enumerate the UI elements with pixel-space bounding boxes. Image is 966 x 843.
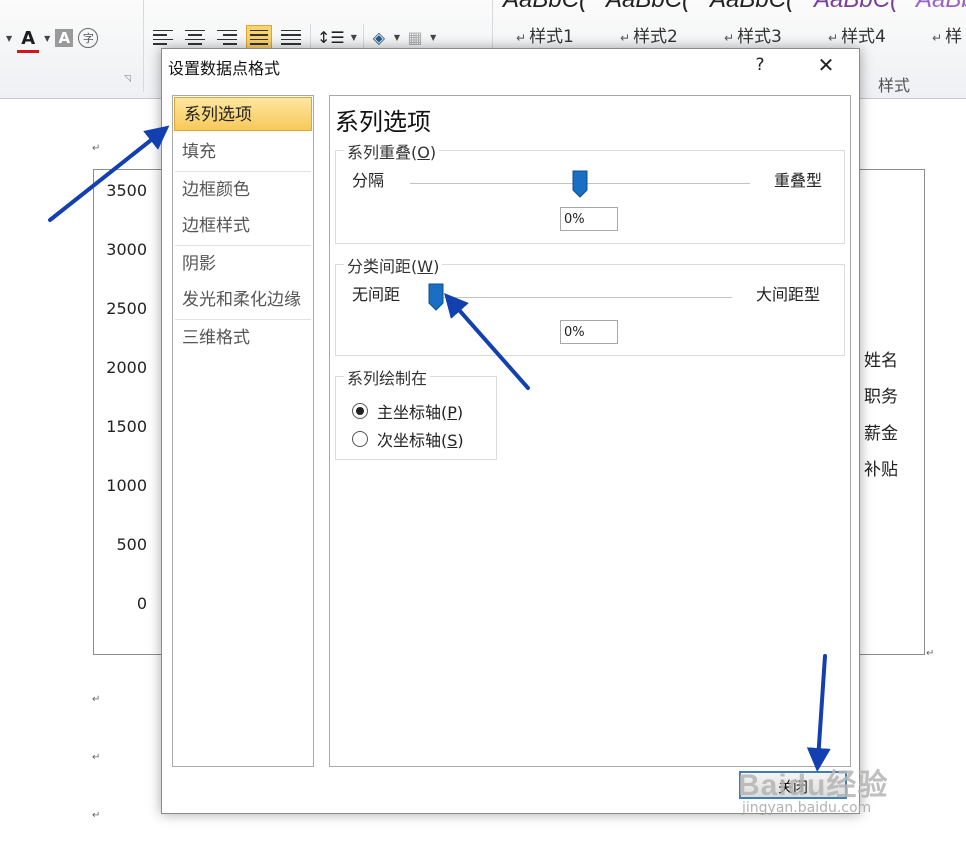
distributed-icon[interactable] [278,25,304,49]
dialog-title: 设置数据点格式 [168,59,281,78]
font-color-button[interactable]: A [17,26,40,53]
paragraph-mark: ↵ [926,648,935,659]
help-button[interactable]: ? [750,55,770,75]
font-tools-group: ▼ A ▼ A 字 [6,24,99,53]
font-color-caret[interactable]: ▼ [44,34,50,43]
shading-caret[interactable]: ▼ [394,33,400,42]
nav-item-border-color[interactable]: 边框颜色 [173,173,313,207]
justify-icon[interactable] [246,25,272,49]
nav-item-shadow[interactable]: 阴影 [173,247,313,281]
style-name-2[interactable]: ↵ 样式2 [620,22,678,47]
paragraph-mark: ↵ [92,752,101,763]
secondary-axis-radio[interactable] [352,431,368,447]
legend-entry: 薪金 [864,424,898,444]
style-preview-4[interactable]: AaBbC( [814,0,898,14]
align-left-icon[interactable] [150,25,176,49]
plot-series-on-label: 系列绘制在 [344,365,431,389]
style-preview-1[interactable]: AaBbC( [503,0,587,14]
close-icon[interactable]: ✕ [814,53,838,77]
line-spacing-icon[interactable]: ↕☰ [317,25,345,49]
primary-axis-radio[interactable] [352,403,368,419]
style-name-3[interactable]: ↵ 样式3 [724,22,782,47]
align-center-icon[interactable] [182,25,208,49]
gap-max-label: 大间距型 [756,285,821,304]
primary-axis-label: 主坐标轴(P) [377,403,464,422]
y-axis-tick: 1500 [106,417,147,436]
borders-icon[interactable]: ▦ [406,25,424,49]
plot-series-on-group: 系列绘制在 主坐标轴(P) 次坐标轴(S) [335,365,497,460]
font-dropdown-caret[interactable]: ▼ [6,34,12,43]
overlap-value-input[interactable]: 0% [560,207,618,231]
primary-axis-option[interactable]: 主坐标轴(P) [352,399,463,423]
y-axis-tick: 1000 [106,476,147,495]
gap-slider-thumb[interactable] [428,283,444,311]
baidu-watermark: Baidu经验 [738,769,889,802]
style-name-1[interactable]: ↵ 样式1 [516,22,574,47]
nav-separator [175,245,311,246]
line-spacing-caret[interactable]: ▼ [351,33,357,42]
style-preview-3[interactable]: AaBbC( [710,0,794,14]
legend-entry: 补贴 [864,460,898,480]
watermark-url: jingyan.baidu.com [742,800,872,816]
gap-min-label: 无间距 [352,285,401,304]
nav-item-3d-format[interactable]: 三维格式 [173,321,313,355]
separator [310,24,311,50]
y-axis-tick: 2500 [106,299,147,318]
secondary-axis-option[interactable]: 次坐标轴(S) [352,427,464,451]
character-shading-button[interactable]: A [55,29,74,47]
legend-entry: 姓名 [864,351,898,371]
y-axis-tick: 3000 [106,240,147,259]
style-preview-5[interactable]: AaBb [916,0,966,14]
paragraph-mark: ↵ [92,810,101,821]
overlap-min-label: 分隔 [352,171,385,190]
style-name-5[interactable]: ↵ 样 [932,22,962,47]
secondary-axis-label: 次坐标轴(S) [377,431,464,450]
style-preview-2[interactable]: AaBbC( [606,0,690,14]
overlap-max-label: 重叠型 [774,171,823,190]
nav-item-fill[interactable]: 填充 [173,135,313,169]
nav-item-border-style[interactable]: 边框样式 [173,209,313,243]
series-options-panel: 系列选项 系列重叠(O) 分隔 重叠型 0% 分类间距(W) 无间距 大间距型 … [329,95,851,767]
font-dialog-launcher-icon[interactable]: ◹ [124,74,131,84]
series-overlap-group: 系列重叠(O) 分隔 重叠型 0% [335,139,845,244]
y-axis-tick: 2000 [106,358,147,377]
group-separator [143,0,144,92]
gap-width-label: 分类间距(W) [344,253,443,277]
nav-separator [175,319,311,320]
category-nav: 系列选项 填充 边框颜色 边框样式 阴影 发光和柔化边缘 三维格式 [172,95,314,767]
align-right-icon[interactable] [214,25,240,49]
nav-separator [175,171,311,172]
enclosed-character-button[interactable]: 字 [78,28,99,48]
paint-bucket-icon[interactable]: ◈ [370,25,388,49]
overlap-slider-thumb[interactable] [572,170,588,198]
series-overlap-label: 系列重叠(O) [344,139,440,163]
gap-value-input[interactable]: 0% [560,320,618,344]
paragraph-mark: ↵ [92,694,101,705]
y-axis-tick: 0 [136,594,147,613]
nav-item-glow-soft-edges[interactable]: 发光和柔化边缘 [173,283,313,317]
borders-caret[interactable]: ▼ [430,33,436,42]
format-data-point-dialog: 设置数据点格式 ? ✕ 系列选项 填充 边框颜色 边框样式 阴影 发光和柔化边缘… [161,48,860,814]
gap-width-group: 分类间距(W) 无间距 大间距型 0% [335,253,845,356]
separator [362,24,364,50]
style-name-4[interactable]: ↵ 样式4 [828,22,886,47]
gap-slider-track[interactable] [430,297,732,298]
paragraph-tools-group: ↕☰ ▼ ◈ ▼ ▦ ▼ [150,24,436,50]
styles-group-label: 样式 [878,76,911,95]
y-axis-tick: 500 [116,535,147,554]
panel-title: 系列选项 [335,108,431,136]
nav-item-series-options[interactable]: 系列选项 [174,97,312,131]
paragraph-mark: ↵ [92,143,101,154]
legend-entry: 职务 [864,387,898,407]
y-axis-tick: 3500 [106,181,147,200]
